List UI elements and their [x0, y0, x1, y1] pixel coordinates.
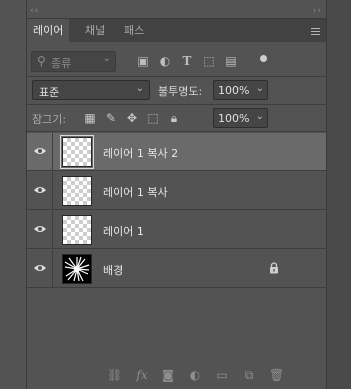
image-filter-icon[interactable]: ▣: [136, 54, 150, 68]
opacity-label: 불투명도:: [158, 85, 203, 98]
visibility-toggle[interactable]: [27, 211, 53, 249]
group-folder-icon[interactable]: ▭: [215, 368, 229, 382]
fx-icon[interactable]: fx: [135, 368, 149, 382]
filter-type-select[interactable]: ⚲ 종류 ⌄: [31, 51, 116, 72]
layer-name[interactable]: 레이어 1 복사 2: [103, 145, 178, 161]
blend-mode-select[interactable]: 표준 ⌄: [32, 80, 150, 100]
layer-row[interactable]: 배경: [27, 250, 326, 288]
tab-channels[interactable]: 채널: [79, 19, 111, 43]
layer-thumbnail[interactable]: [62, 176, 92, 206]
divider: [27, 131, 326, 132]
layers-panel: ‹‹ ›› 레이어 채널 패스 ⚲ 종류 ⌄ ▣ ◐ T ⬚ ▤ 표준 ⌄ 불투…: [26, 0, 326, 389]
lock-artboard-icon[interactable]: ⬚: [146, 111, 160, 125]
fill-input[interactable]: 100% ⌄: [213, 108, 268, 128]
visibility-toggle[interactable]: [27, 172, 53, 210]
type-filter-icon[interactable]: T: [180, 54, 194, 68]
filter-toggle-icon[interactable]: [260, 55, 267, 62]
eye-icon: [34, 148, 46, 154]
lock-position-icon[interactable]: ✥: [125, 111, 139, 125]
lock-icon[interactable]: [269, 262, 279, 274]
trash-icon[interactable]: 🗑︎: [269, 368, 284, 382]
blend-row: 표준 ⌄ 불투명도: 100% ⌄: [27, 80, 326, 102]
opacity-value: 100%: [218, 84, 250, 97]
fill-value: 100%: [218, 112, 250, 125]
search-icon: ⚲: [37, 54, 46, 68]
layer-name[interactable]: 레이어 1 복사: [103, 184, 168, 200]
lock-label: 잠그기:: [32, 113, 67, 126]
adjustment-filter-icon[interactable]: ◐: [158, 54, 172, 68]
workspace-right-edge: [326, 0, 351, 389]
tab-layers[interactable]: 레이어: [27, 19, 70, 43]
lock-row: 잠그기: ▦ ✎ ✥ ⬚ 🔒︎ 칠: 100% ⌄: [27, 108, 326, 130]
opacity-input[interactable]: 100% ⌄: [213, 80, 268, 100]
eye-icon: [34, 187, 46, 193]
filter-row: ⚲ 종류 ⌄ ▣ ◐ T ⬚ ▤: [27, 51, 326, 73]
layer-thumbnail[interactable]: [62, 215, 92, 245]
eye-icon: [34, 265, 46, 271]
lock-transparent-pixels-icon[interactable]: ▦: [83, 111, 97, 125]
layer-thumbnail[interactable]: [62, 254, 92, 284]
layer-name[interactable]: 레이어 1: [103, 223, 144, 239]
eye-icon: [34, 226, 46, 232]
layer-row[interactable]: 레이어 1: [27, 211, 326, 249]
mask-icon[interactable]: ◙: [161, 368, 175, 382]
layer-row[interactable]: 레이어 1 복사 2: [27, 133, 326, 171]
adjustment-icon[interactable]: ◐: [188, 368, 202, 382]
chevron-down-icon[interactable]: ⌄: [256, 83, 264, 94]
chevron-down-icon[interactable]: ⌄: [256, 111, 264, 122]
link-icon[interactable]: ⛓: [107, 368, 122, 382]
tab-paths[interactable]: 패스: [118, 19, 150, 43]
shape-filter-icon[interactable]: ⬚: [202, 54, 216, 68]
layer-list: 레이어 1 복사 2 레이어 1 복사 레이어 1 배경: [27, 133, 326, 291]
chevron-down-icon: ⌄: [102, 53, 111, 64]
divider: [27, 104, 326, 105]
new-layer-icon[interactable]: ⧉: [242, 368, 256, 382]
smart-object-filter-icon[interactable]: ▤: [224, 54, 238, 68]
visibility-toggle[interactable]: [27, 133, 53, 171]
divider: [27, 76, 326, 77]
blend-mode-value: 표준: [39, 86, 60, 99]
layer-name[interactable]: 배경: [103, 262, 123, 278]
layer-row[interactable]: 레이어 1 복사: [27, 172, 326, 210]
lock-image-pixels-icon[interactable]: ✎: [104, 111, 118, 125]
visibility-toggle[interactable]: [27, 250, 53, 288]
panel-grip-left[interactable]: ‹‹: [30, 6, 39, 16]
starburst-thumbnail-icon: [64, 256, 90, 282]
filter-type-label: 종류: [51, 57, 72, 70]
chevron-down-icon: ⌄: [135, 83, 144, 94]
bottom-toolbar: ⛓ fx ◙ ◐ ▭ ⧉ 🗑︎: [27, 362, 326, 389]
panel-collapse-button[interactable]: ››: [313, 6, 322, 16]
layer-thumbnail[interactable]: [60, 135, 94, 169]
lock-all-icon[interactable]: 🔒︎: [167, 111, 181, 125]
panel-menu-icon[interactable]: [310, 19, 322, 43]
panel-tab-bar: 레이어 채널 패스: [27, 18, 326, 43]
